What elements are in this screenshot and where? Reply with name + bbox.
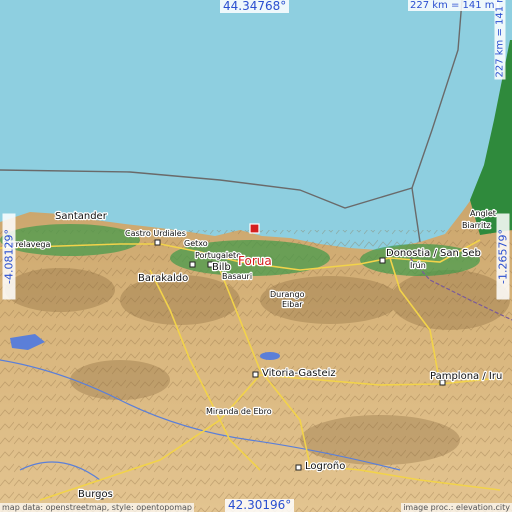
coord-right-label: -1.26579° [496, 213, 510, 300]
label-donostia: Donostia / San Seb [386, 248, 481, 259]
forua-marker-square[interactable] [249, 223, 260, 234]
scale-top-label: 227 km = 141 mi [408, 0, 500, 11]
label-basauri: Basauri [222, 272, 252, 281]
coord-bottom-label: 42.30196° [225, 499, 295, 512]
scale-right-label: 227 km = 141 mi [494, 0, 506, 80]
label-forua: Forua [238, 254, 272, 268]
label-miranda: Miranda de Ebro [206, 407, 272, 416]
coord-left-label: -4.08129° [2, 213, 16, 300]
map-credit: map data: openstreetmap, style: opentopo… [0, 503, 194, 512]
label-biarritz: Biarritz [462, 221, 491, 230]
label-eibar: Eibar [282, 300, 303, 309]
label-burgos: Burgos [78, 489, 113, 500]
label-pamplona: Pamplona / Iru [430, 371, 502, 382]
coord-top-label: 44.34768° [220, 0, 290, 13]
label-getxo: Getxo [184, 239, 208, 248]
label-irun: Irún [410, 261, 426, 270]
label-castro-urdiales: Castro Urdiales [125, 229, 186, 238]
label-portugalete: Portugalete [195, 251, 241, 260]
terrain-map: Santander Torrelavega Castro Urdiales Ge… [0, 0, 512, 512]
label-barakaldo: Barakaldo [138, 273, 188, 284]
label-vitoria: Vitoria-Gasteiz [262, 368, 336, 379]
image-credit: image proc.: elevation.city [401, 503, 512, 512]
label-logrono: Logroño [305, 461, 345, 472]
label-anglet: Anglet [470, 209, 496, 218]
lake [260, 352, 280, 360]
label-santander: Santander [55, 211, 108, 222]
label-durango: Durango [270, 290, 305, 299]
